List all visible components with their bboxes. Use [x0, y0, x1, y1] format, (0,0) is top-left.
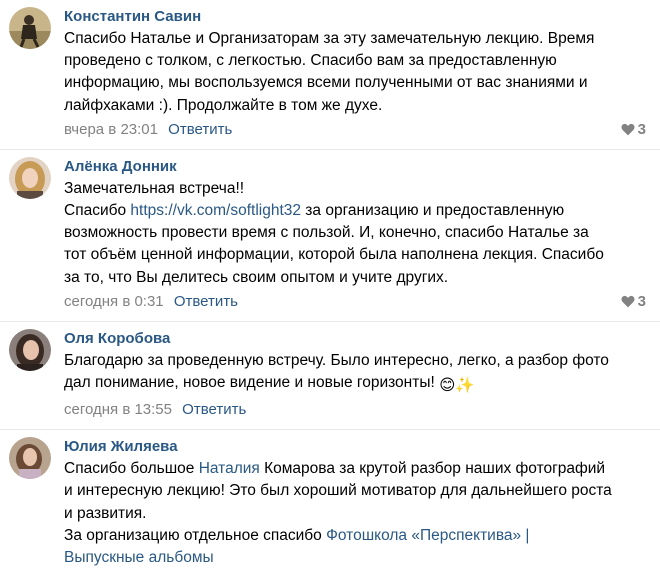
- comment-author[interactable]: Юлия Жиляева: [64, 437, 646, 457]
- heart-icon: [621, 123, 635, 136]
- profile-link[interactable]: https://vk.com/softlight32: [130, 202, 301, 219]
- group-link[interactable]: Выпускные альбомы: [64, 549, 214, 566]
- reply-link[interactable]: Ответить: [182, 401, 246, 418]
- comment-time[interactable]: вчера в 23:01: [64, 121, 158, 138]
- comment: Юлия Жиляева Спасибо большое Наталия Ком…: [0, 429, 660, 569]
- comment: Алёнка Донник Замечательная встреча!! Сп…: [0, 148, 660, 321]
- avatar[interactable]: [9, 156, 51, 199]
- avatar[interactable]: [9, 437, 51, 480]
- comment: Оля Коробова Благодарю за проведенную вс…: [0, 320, 660, 429]
- comment-meta: сегодня в 0:31 Ответить 3: [64, 291, 646, 321]
- mention-link[interactable]: Наталия: [199, 460, 260, 477]
- group-link[interactable]: Фотошкола «Перспектива» |: [326, 527, 529, 544]
- like-button[interactable]: 3: [621, 119, 646, 141]
- comment-author[interactable]: Константин Савин: [64, 7, 646, 27]
- comment-text: Замечательная встреча!! Спасибо https://…: [64, 179, 604, 286]
- comment-text: Благодарю за проведенную встречу. Было и…: [64, 350, 646, 397]
- like-button[interactable]: 3: [621, 291, 646, 313]
- comment-meta: сегодня в 13:55 Ответить: [64, 399, 646, 429]
- like-count: 3: [637, 292, 646, 310]
- like-count: 3: [637, 120, 646, 138]
- comment-author[interactable]: Оля Коробова: [64, 329, 646, 349]
- comment-time[interactable]: сегодня в 0:31: [64, 293, 164, 310]
- smile-emoji-icon: 😊✨: [439, 377, 475, 395]
- heart-icon: [621, 295, 635, 308]
- comment-text: Спасибо Наталье и Организаторам за эту з…: [64, 30, 595, 114]
- comment-time[interactable]: сегодня в 13:55: [64, 401, 172, 418]
- comment-text: Спасибо большое Наталия Комарова за крут…: [64, 460, 612, 567]
- comment: Константин Савин Спасибо Наталье и Орган…: [0, 0, 660, 149]
- avatar[interactable]: [9, 328, 51, 371]
- avatar[interactable]: [9, 7, 51, 49]
- comment-author[interactable]: Алёнка Донник: [64, 157, 646, 177]
- reply-link[interactable]: Ответить: [168, 121, 232, 138]
- comment-meta: вчера в 23:01 Ответить 3: [64, 119, 646, 149]
- reply-link[interactable]: Ответить: [174, 293, 238, 310]
